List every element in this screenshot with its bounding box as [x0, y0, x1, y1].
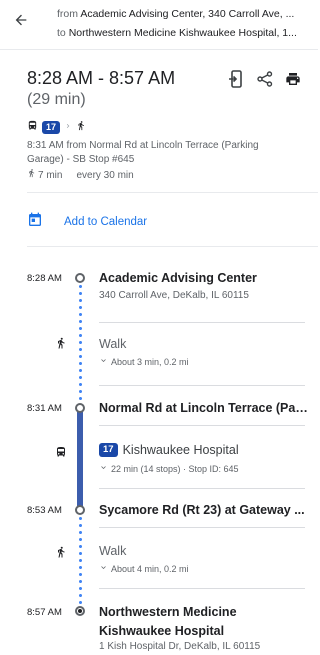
divider — [99, 488, 305, 489]
walk-route-line — [78, 283, 82, 404]
divider — [27, 192, 318, 193]
trip-mode-summary: 17 — [27, 120, 86, 134]
bus-icon — [55, 445, 67, 457]
divider — [99, 588, 305, 589]
bus-icon — [27, 120, 38, 134]
calendar-icon — [27, 212, 43, 233]
destination-name-line1[interactable]: Northwestern Medicine — [99, 605, 309, 619]
walk-step-detail: About 3 min, 0.2 mi — [111, 356, 189, 367]
departure-detail: 8:31 AM from Normal Rd at Lincoln Terrac… — [27, 140, 259, 151]
walk-icon — [76, 120, 86, 134]
stop-address: 340 Carroll Ave, DeKalb, IL 60115 — [99, 290, 249, 301]
stop-node — [75, 403, 85, 413]
walk-step-details-toggle[interactable]: About 3 min, 0.2 mi — [99, 356, 189, 367]
divider — [27, 246, 318, 247]
share-icon[interactable] — [255, 69, 275, 89]
chevron-down-icon — [99, 563, 108, 574]
add-to-calendar-label: Add to Calendar — [64, 216, 148, 228]
stop-time: 8:53 AM — [27, 505, 62, 516]
destination-node — [75, 606, 85, 616]
walk-icon — [55, 336, 67, 349]
stop-name[interactable]: Normal Rd at Lincoln Terrace (Par... — [99, 401, 309, 415]
route-badge: 17 — [99, 443, 118, 457]
stop-time: 8:28 AM — [27, 273, 62, 284]
route-from[interactable]: from Academic Advising Center, 340 Carro… — [57, 8, 312, 20]
departure-detail-2: Garage) - SB Stop #645 — [27, 154, 135, 165]
divider — [99, 425, 305, 426]
route-to[interactable]: to Northwestern Medicine Kishwaukee Hosp… — [57, 27, 312, 39]
walk-step-details-toggle[interactable]: About 4 min, 0.2 mi — [99, 563, 189, 574]
transit-detail: 22 min (14 stops) · Stop ID: 645 — [111, 463, 239, 474]
divider — [99, 322, 305, 323]
walk-step-detail: About 4 min, 0.2 mi — [111, 563, 189, 574]
add-to-calendar-button[interactable]: Add to Calendar — [27, 210, 147, 234]
walk-frequency-row: 7 min every 30 min — [27, 168, 134, 183]
transit-headsign: Kishwaukee Hospital — [122, 443, 239, 457]
transit-details-toggle[interactable]: 22 min (14 stops) · Stop ID: 645 — [99, 463, 239, 474]
destination-name-line2[interactable]: Kishwaukee Hospital — [99, 624, 309, 638]
chevron-down-icon — [99, 356, 108, 367]
stop-name[interactable]: Sycamore Rd (Rt 23) at Gateway ... — [99, 503, 309, 517]
divider — [99, 527, 305, 528]
walk-route-line — [78, 515, 82, 605]
chevron-down-icon — [99, 463, 108, 474]
stop-time: 8:57 AM — [27, 607, 62, 618]
print-icon[interactable] — [283, 69, 303, 89]
trip-time-range: 8:28 AM - 8:57 AM — [27, 68, 176, 88]
stop-time: 8:31 AM — [27, 403, 62, 414]
walk-total: 7 min — [38, 169, 63, 181]
walk-icon — [27, 168, 36, 183]
back-arrow-icon[interactable] — [9, 8, 33, 32]
mobile-send-icon[interactable] — [226, 69, 246, 89]
stop-name[interactable]: Academic Advising Center — [99, 271, 309, 285]
walk-step-title: Walk — [99, 544, 127, 558]
destination-address: 1 Kish Hospital Dr, DeKalb, IL 60115 — [99, 641, 261, 652]
walk-step-title: Walk — [99, 337, 127, 351]
walk-icon — [55, 545, 67, 558]
frequency: every 30 min — [76, 169, 134, 181]
directions-header: from Academic Advising Center, 340 Carro… — [0, 0, 318, 50]
divider — [99, 385, 305, 386]
transit-route-line — [77, 412, 83, 507]
route-badge: 17 — [42, 120, 61, 134]
transit-route[interactable]: 17 Kishwaukee Hospital — [99, 443, 239, 457]
chevron-right-icon — [64, 122, 72, 133]
stop-node — [75, 505, 85, 515]
trip-duration: (29 min) — [27, 91, 86, 108]
stop-node — [75, 273, 85, 283]
